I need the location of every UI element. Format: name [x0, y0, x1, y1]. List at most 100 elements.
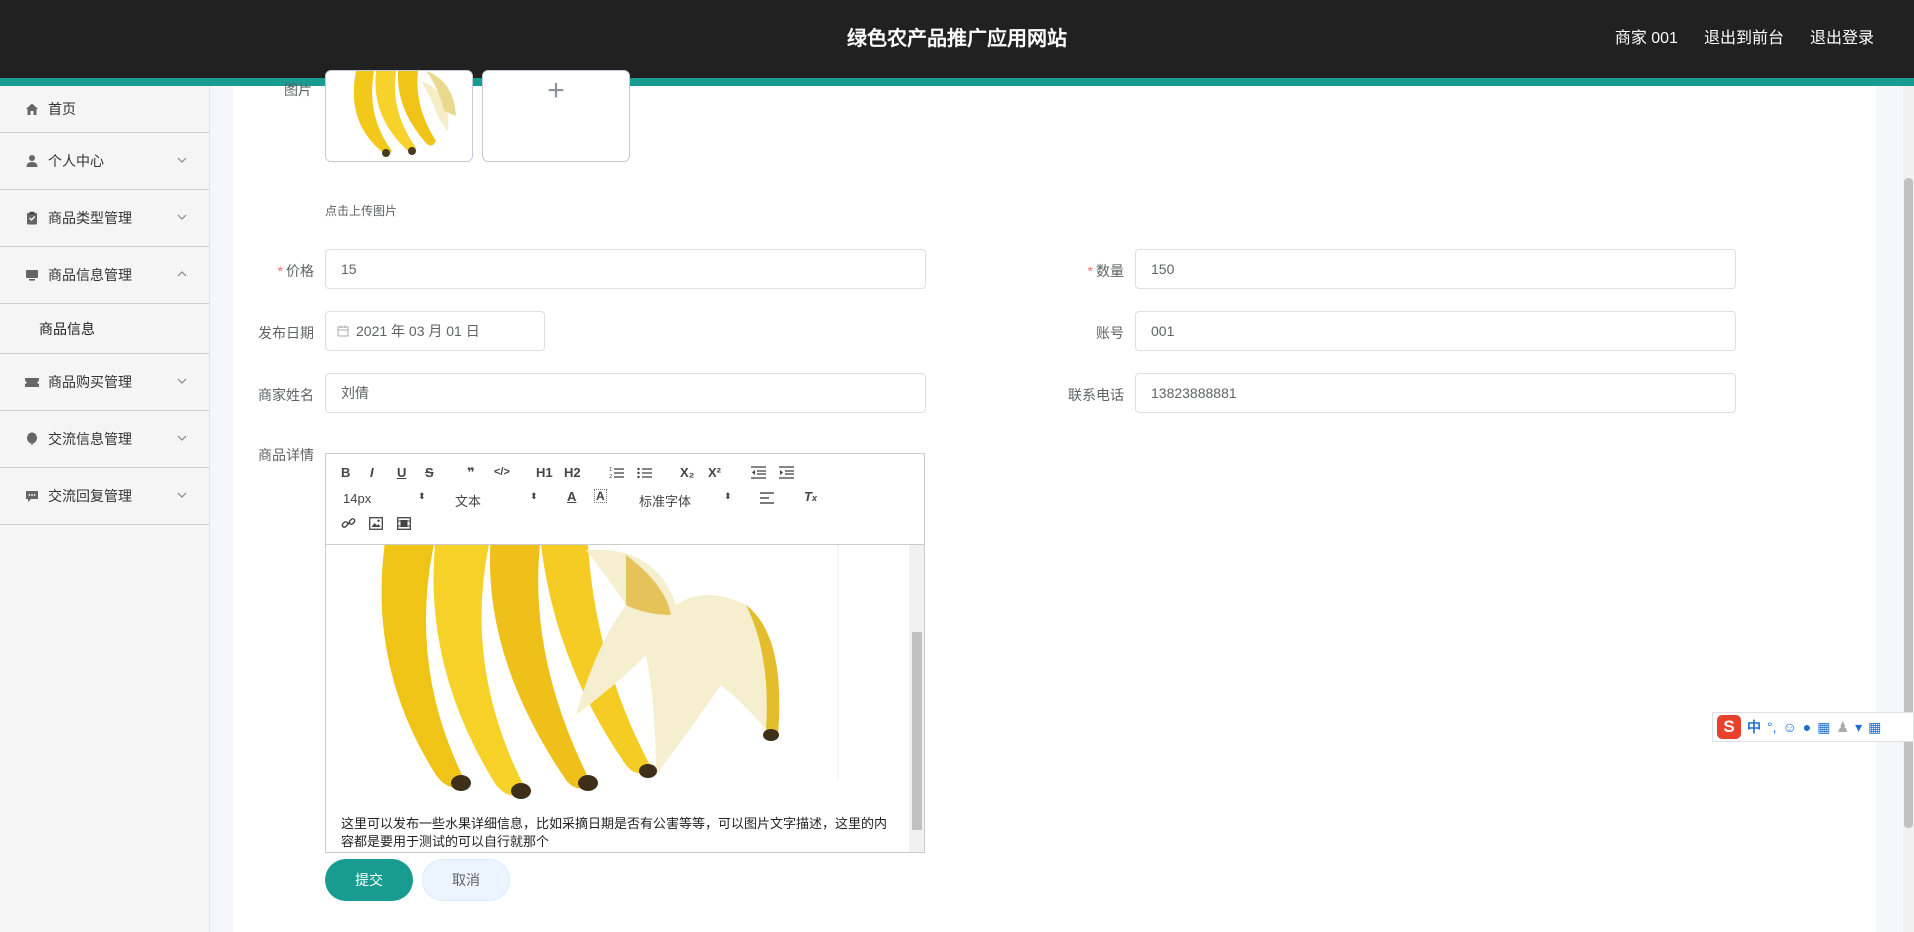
sidebar-item-label: 交流回复管理 [48, 488, 132, 504]
header-links: 商家 001 退出到前台 退出登录 [1615, 0, 1874, 78]
cancel-button[interactable]: 取消 [422, 859, 510, 901]
phone-label: 联系电话 [1068, 387, 1124, 403]
required-mark: * [1087, 263, 1093, 279]
image-label: 图片 [284, 82, 312, 98]
heading2-button[interactable]: H2 [564, 465, 581, 480]
price-input[interactable]: 15 [325, 249, 926, 289]
chevron-down-icon [177, 214, 187, 220]
phone-input[interactable]: 13823888881 [1135, 373, 1736, 413]
keyboard-icon[interactable]: ▦ [1817, 719, 1830, 736]
strike-button[interactable]: S [425, 465, 434, 480]
sidebar-item-home[interactable]: 首页 [0, 86, 209, 133]
sidebar-item-label: 首页 [48, 101, 76, 117]
quantity-label-text: 数量 [1096, 263, 1124, 279]
price-label: * 价格 [230, 261, 314, 281]
align-icon[interactable] [760, 492, 774, 504]
price-label-text: 价格 [286, 263, 314, 279]
upload-add-button[interactable]: + [482, 70, 630, 162]
sidebar-item-label: 商品信息管理 [48, 267, 132, 283]
emoji-icon[interactable]: ☺ [1783, 719, 1797, 735]
user-icon[interactable]: ♟ [1837, 719, 1850, 736]
editor-content-text: 这里可以发布一些水果详细信息，比如采摘日期是否有公害等等，可以图片文字描述，这里… [341, 816, 888, 849]
sidebar-subitem-product-info[interactable]: 商品信息 [0, 304, 209, 354]
indent-icon[interactable] [779, 466, 794, 479]
sidebar-item-label: 商品类型管理 [48, 210, 132, 226]
sidebar-item-product-type[interactable]: 商品类型管理 [0, 190, 209, 247]
italic-button[interactable]: I [370, 465, 374, 480]
bullet-list-icon[interactable] [637, 466, 652, 479]
sidebar-item-label: 商品购买管理 [48, 374, 132, 390]
sidebar-item-exchange-info[interactable]: 交流信息管理 [0, 411, 209, 468]
link-icon[interactable] [341, 516, 356, 531]
editor-content-area[interactable]: 这里可以发布一些水果详细信息，比如采摘日期是否有公害等等，可以图片文字描述，这里… [326, 545, 906, 852]
detail-label: 商品详情 [258, 447, 314, 463]
font-family-select[interactable]: 标准字体 [639, 491, 691, 510]
select-arrows-icon: ⬍ [418, 491, 426, 501]
sidebar-item-personal-center[interactable]: 个人中心 [0, 133, 209, 190]
sidebar-item-label: 交流信息管理 [48, 431, 132, 447]
chevron-down-icon [177, 492, 187, 498]
account-input[interactable]: 001 [1135, 311, 1736, 351]
merchant-name-input[interactable]: 刘倩 [325, 373, 926, 413]
svg-text:2: 2 [609, 474, 612, 479]
chevron-down-icon [177, 435, 187, 441]
account-label: 账号 [1096, 325, 1124, 341]
blockquote-button[interactable]: ❞ [467, 465, 475, 481]
chevron-down-icon [177, 378, 187, 384]
quantity-input[interactable]: 150 [1135, 249, 1736, 289]
superscript-button[interactable]: X² [708, 465, 721, 480]
heading1-button[interactable]: H1 [536, 465, 553, 480]
grid-icon[interactable]: ▦ [1868, 719, 1881, 736]
code-button[interactable]: </> [494, 466, 510, 478]
current-user-link[interactable]: 商家 001 [1615, 0, 1678, 78]
font-size-select[interactable]: 14px [343, 491, 371, 506]
rich-text-editor: B I U S ❞ </> H1 H2 12 X₂ X² 14px ⬍ 文本 ⬍… [325, 453, 925, 853]
subscript-button[interactable]: X₂ [680, 465, 694, 480]
sidebar-item-purchase-manage[interactable]: 商品购买管理 [0, 354, 209, 411]
logout-link[interactable]: 退出登录 [1810, 0, 1874, 78]
home-icon [24, 101, 40, 117]
banana-content-image [326, 545, 906, 815]
merchant-name-label: 商家姓名 [258, 387, 314, 403]
ime-toolbar[interactable]: S 中 °, ☺ ● ▦ ♟ ▾ ▦ [1712, 712, 1914, 742]
chat-icon [24, 488, 40, 504]
block-type-select[interactable]: 文本 [455, 491, 481, 510]
calendar-icon [337, 325, 349, 337]
ticket-icon [24, 374, 40, 390]
editor-scrollbar-thumb[interactable] [912, 632, 922, 830]
uploaded-image-thumb[interactable] [325, 70, 473, 162]
outdent-icon[interactable] [751, 466, 766, 479]
microphone-icon[interactable]: ● [1803, 719, 1811, 735]
required-mark: * [277, 263, 283, 279]
sidebar-item-product-info-manage[interactable]: 商品信息管理 [0, 247, 209, 304]
font-color-icon[interactable]: A [567, 489, 576, 504]
ime-language-toggle[interactable]: 中 [1747, 717, 1761, 737]
sidebar-item-label: 个人中心 [48, 153, 104, 169]
underline-button[interactable]: U [397, 465, 406, 480]
clipboard-icon [24, 210, 40, 226]
video-icon[interactable] [397, 517, 411, 530]
select-arrows-icon: ⬍ [530, 491, 538, 501]
publish-date-picker[interactable]: 2021 年 03 月 01 日 [325, 311, 545, 351]
editor-toolbar: B I U S ❞ </> H1 H2 12 X₂ X² 14px ⬍ 文本 ⬍… [326, 454, 924, 545]
bold-button[interactable]: B [341, 465, 350, 480]
submit-button[interactable]: 提交 [325, 859, 413, 901]
ordered-list-icon[interactable]: 12 [609, 466, 624, 479]
image-icon[interactable] [369, 517, 383, 530]
balloon-icon [24, 431, 40, 447]
punctuation-icon[interactable]: °, [1767, 719, 1777, 735]
publish-date-label: 发布日期 [258, 325, 314, 341]
exit-to-front-link[interactable]: 退出到前台 [1704, 0, 1784, 78]
sogou-logo-icon: S [1717, 715, 1741, 739]
select-arrows-icon: ⬍ [724, 491, 732, 501]
svg-text:1: 1 [609, 467, 612, 473]
clear-format-icon[interactable]: Tx [804, 489, 817, 504]
user-icon [24, 153, 40, 169]
sidebar-item-exchange-reply[interactable]: 交流回复管理 [0, 468, 209, 525]
publish-date-value: 2021 年 03 月 01 日 [356, 323, 480, 339]
chevron-up-icon [177, 271, 187, 277]
monitor-icon [24, 267, 40, 283]
background-color-icon[interactable]: A [594, 489, 607, 503]
quantity-label: * 数量 [1040, 261, 1124, 281]
skin-icon[interactable]: ▾ [1855, 719, 1862, 736]
